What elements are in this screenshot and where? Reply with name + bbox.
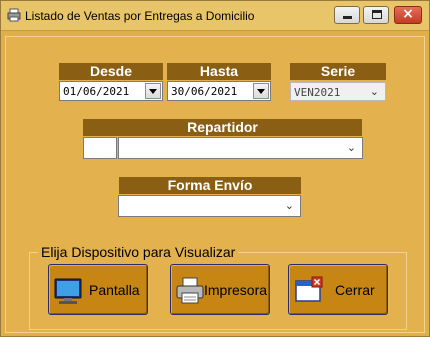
chevron-down-icon: ⌄ — [346, 141, 356, 154]
serie-select[interactable]: VEN2021 ⌄ — [290, 82, 386, 101]
chevron-down-icon: ⌄ — [369, 85, 379, 98]
printer-app-icon — [7, 8, 21, 22]
impresora-label: Impresora — [204, 282, 268, 298]
title-bar[interactable]: Listado de Ventas por Entregas a Domicil… — [1, 1, 429, 31]
output-group-label: Elija Dispositivo para Visualizar — [38, 244, 239, 260]
minimize-button[interactable] — [334, 6, 360, 24]
close-button[interactable]: × — [394, 6, 422, 24]
window-title: Listado de Ventas por Entregas a Domicil… — [25, 9, 255, 23]
minimize-icon — [343, 16, 352, 19]
desde-value: 01/06/2021 — [63, 85, 130, 98]
report-window: Listado de Ventas por Entregas a Domicil… — [0, 0, 430, 337]
pantalla-button[interactable]: Pantalla — [48, 264, 148, 315]
forma-envio-select[interactable]: ⌄ — [118, 195, 301, 217]
chevron-down-icon: ⌄ — [284, 199, 294, 212]
cerrar-label: Cerrar — [335, 282, 375, 298]
desde-header: Desde — [59, 63, 163, 80]
close-icon: × — [402, 6, 414, 22]
hasta-date-picker[interactable]: 30/06/2021 — [167, 81, 271, 101]
repartidor-header: Repartidor — [83, 119, 362, 136]
hasta-dropdown-button[interactable] — [253, 83, 269, 99]
dropdown-arrow-icon — [257, 89, 265, 94]
serie-value: VEN2021 — [294, 86, 341, 99]
impresora-button[interactable]: Impresora — [170, 264, 270, 315]
maximize-icon — [372, 10, 382, 19]
close-window-icon — [295, 276, 323, 302]
printer-icon — [176, 277, 204, 304]
serie-header: Serie — [290, 63, 386, 80]
forma-envio-header: Forma Envío — [119, 177, 301, 194]
dropdown-arrow-icon — [149, 89, 157, 94]
hasta-value: 30/06/2021 — [171, 85, 238, 98]
client-area: Desde 01/06/2021 Hasta 30/06/2021 Serie … — [5, 36, 425, 333]
hasta-header: Hasta — [167, 63, 271, 80]
repartidor-code-input[interactable] — [83, 137, 117, 159]
repartidor-select[interactable]: ⌄ — [118, 137, 363, 159]
desde-date-picker[interactable]: 01/06/2021 — [59, 81, 163, 101]
monitor-icon — [54, 278, 82, 304]
cerrar-button[interactable]: Cerrar — [288, 264, 388, 315]
maximize-button[interactable] — [363, 6, 389, 24]
desde-dropdown-button[interactable] — [145, 83, 161, 99]
pantalla-label: Pantalla — [89, 282, 140, 298]
